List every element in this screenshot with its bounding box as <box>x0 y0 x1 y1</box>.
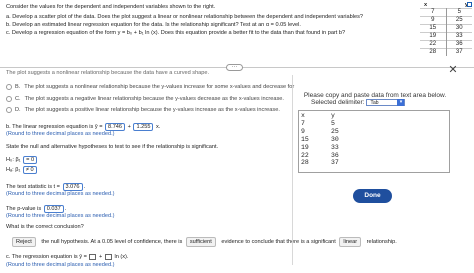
textarea-cell: x <box>301 112 305 119</box>
data-table-cell: 19 <box>420 32 446 40</box>
data-table-cell: 9 <box>420 16 446 24</box>
data-textarea[interactable]: x y 7 5 9 25 15 30 19 33 22 36 28 37 <box>298 110 450 173</box>
textarea-cell: 9 <box>301 127 305 135</box>
option-c-radio[interactable] <box>6 96 12 102</box>
hypotheses-prompt: State the null and alternative hypothese… <box>6 144 219 150</box>
part-c-suffix: Does this equation provide a better fit … <box>160 30 346 36</box>
chevron-down-icon: ▾ <box>397 99 405 106</box>
textarea-row: 22 36 <box>301 152 447 160</box>
modal-border <box>292 75 293 265</box>
option-d[interactable]: D. The plot suggests a positive linear r… <box>6 107 280 113</box>
textarea-row: 9 25 <box>301 128 447 136</box>
question-part-c: c. Develop a regression equation of the … <box>6 29 345 37</box>
p-value-hint: (Round to three decimal places as needed… <box>6 213 115 219</box>
linear-select[interactable]: linear <box>339 237 362 247</box>
reject-select[interactable]: Reject <box>12 237 36 247</box>
data-table-cell: 15 <box>420 24 446 32</box>
textarea-cell: 36 <box>331 151 339 159</box>
data-table-y-column: 5 25 30 33 36 37 <box>446 8 472 56</box>
copy-data-icon[interactable] <box>467 2 472 7</box>
modal-title: Please copy and paste data from text are… <box>303 92 447 99</box>
done-button[interactable]: Done <box>353 189 392 203</box>
textarea-row: x y <box>301 112 447 120</box>
textarea-cell: 15 <box>301 135 309 143</box>
data-table-cell: 37 <box>446 48 472 56</box>
option-d-radio[interactable] <box>6 107 12 113</box>
ha-select[interactable]: ≠ 0 <box>22 166 37 174</box>
ha-line: Hₐ: β₁ ≠ 0 <box>6 166 38 174</box>
option-b-radio[interactable] <box>6 84 12 90</box>
conclusion-text-3: relationship. <box>366 239 397 245</box>
option-c[interactable]: C. The plot suggests a negative linear r… <box>6 96 284 102</box>
data-table-cell: 28 <box>420 48 446 56</box>
textarea-cell: 19 <box>301 143 309 151</box>
delimiter-value: Tab <box>370 100 379 106</box>
option-d-letter: D. <box>15 107 21 113</box>
part-c-plus: + <box>99 254 103 260</box>
conclusion-text-2: evidence to conclude that there is a sig… <box>221 239 336 245</box>
data-table-cell: 7 <box>420 8 446 16</box>
close-icon[interactable]: ✕ <box>448 65 458 76</box>
part-c-hint: (Round to three decimal places as needed… <box>6 262 115 268</box>
textarea-cell: 37 <box>331 159 339 167</box>
textarea-cell: 7 <box>301 119 305 127</box>
option-b[interactable]: B. The plot suggests a nonlinear relatio… <box>6 84 294 90</box>
part-b-suffix: x. <box>156 124 161 130</box>
option-c-text: The plot suggests a negative linear rela… <box>24 96 284 102</box>
data-table: x y 7 9 15 19 22 28 5 25 30 33 36 37 <box>420 2 472 56</box>
h0-label: H₀: β₁ <box>6 157 21 163</box>
part-c-equation: c. The regression equation is ŷ = + ln (… <box>6 253 128 261</box>
option-b-letter: B. <box>15 84 21 90</box>
data-table-x-column: 7 9 15 19 22 28 <box>420 8 447 56</box>
textarea-row: 19 33 <box>301 144 447 152</box>
sufficient-select[interactable]: sufficient <box>185 237 216 247</box>
textarea-row: 15 30 <box>301 136 447 144</box>
textarea-cell: 30 <box>331 135 339 143</box>
h0-select[interactable]: = 0 <box>23 156 38 164</box>
option-d-text: The plot suggests a positive linear rela… <box>24 107 280 113</box>
data-table-cell: 33 <box>446 32 472 40</box>
part-c-yhat: ŷ = <box>79 254 87 260</box>
conclusion-text-1: the null hypothesis. At a 0.05 level of … <box>41 239 183 245</box>
data-table-cell: 22 <box>420 40 446 48</box>
part-b-hint: (Round to three decimal places as needed… <box>6 131 115 137</box>
textarea-cell: y <box>331 112 335 119</box>
part-b-plus: + <box>127 124 131 130</box>
delimiter-select[interactable]: Tab ▾ <box>366 99 406 106</box>
h0-line: H₀: β₁ = 0 <box>6 156 38 164</box>
question-part-b: b. Develop an estimated linear regressio… <box>6 22 301 28</box>
textarea-cell: 22 <box>301 151 309 159</box>
data-table-cell: 30 <box>446 24 472 32</box>
part-c-formula: y = b₀ + b₁ ln (x). <box>117 30 160 36</box>
c-b1-input[interactable] <box>104 253 112 260</box>
textarea-cell: 25 <box>331 127 339 135</box>
textarea-cell: 28 <box>301 159 309 167</box>
delimiter-row: Selected delimiter: Tab ▾ <box>311 99 406 106</box>
option-b-text: The plot suggests a nonlinear relationsh… <box>24 84 295 90</box>
c-b0-input[interactable] <box>89 253 97 260</box>
test-stat-hint: (Round to three decimal places as needed… <box>6 191 115 197</box>
conclusion-sentence: Reject the null hypothesis. At a 0.05 le… <box>6 237 397 247</box>
ha-label: Hₐ: β₁ <box>6 167 21 173</box>
textarea-row: 28 37 <box>301 159 447 167</box>
part-c-prefix: c. Develop a regression equation of the … <box>6 30 117 36</box>
textarea-cell: 5 <box>331 119 335 127</box>
textarea-row: 7 5 <box>301 120 447 128</box>
option-a-cut: The plot suggests a nonlinear relationsh… <box>6 70 210 75</box>
conclusion-prompt: What is the correct conclusion? <box>6 224 84 230</box>
delimiter-label: Selected delimiter: <box>311 99 365 106</box>
part-c-answer-prefix: c. The regression equation is <box>6 254 78 260</box>
question-intro: Consider the values for the dependent an… <box>6 4 216 10</box>
data-table-cell: 36 <box>446 40 472 48</box>
question-part-a: a. Develop a scatter plot of the data. D… <box>6 14 364 20</box>
part-c-ln: ln (x). <box>114 254 129 260</box>
b1-answer-input[interactable]: 1.255 <box>133 123 154 131</box>
data-table-cell: 25 <box>446 16 472 24</box>
data-table-cell: 5 <box>446 8 472 16</box>
option-c-letter: C. <box>15 96 21 102</box>
textarea-cell: 33 <box>331 143 339 151</box>
